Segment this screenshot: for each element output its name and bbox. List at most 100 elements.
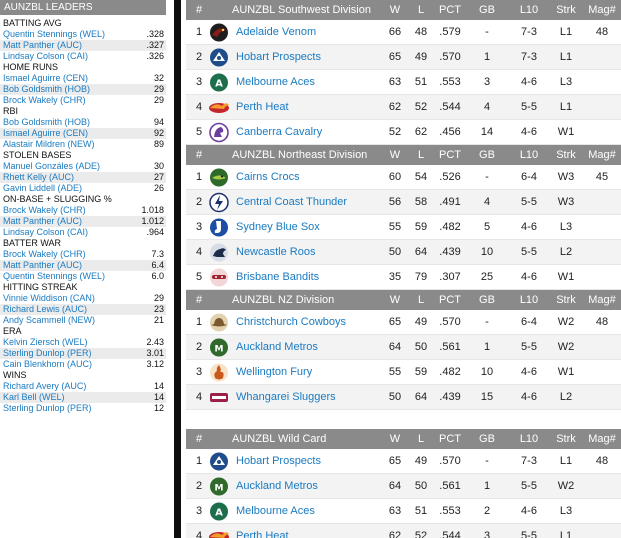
team-name-link[interactable]: Cairns Crocs — [236, 165, 300, 190]
column-header-pct[interactable]: PCT — [432, 0, 468, 20]
team-name-link[interactable]: Sydney Blue Sox — [236, 215, 320, 240]
column-header-l[interactable]: L — [410, 145, 432, 165]
leader-stat-value: 12 — [153, 403, 164, 413]
leader-player-link[interactable]: Sterling Dunlop (PER) — [3, 348, 92, 358]
column-header-w[interactable]: W — [380, 290, 410, 310]
column-header-gb[interactable]: GB — [470, 429, 504, 449]
column-header-mag[interactable]: Mag# — [584, 0, 620, 20]
team-name-link[interactable]: Perth Heat — [236, 524, 289, 538]
column-header-l10[interactable]: L10 — [512, 290, 546, 310]
team-rank: 2 — [195, 341, 203, 353]
leader-player-link[interactable]: Manuel Gonzáles (ADE) — [3, 161, 100, 171]
leader-player-link[interactable]: Brock Wakely (CHR) — [3, 95, 86, 105]
column-header-pct[interactable]: PCT — [432, 429, 468, 449]
column-header-l[interactable]: L — [410, 0, 432, 20]
team-name-link[interactable]: Auckland Metros — [236, 335, 318, 360]
team-name-link[interactable]: Newcastle Roos — [236, 240, 315, 265]
leader-player-link[interactable]: Kelvin Ziersch (WEL) — [3, 337, 88, 347]
team-rank: 2 — [195, 196, 203, 208]
team-stat-pct: .561 — [439, 480, 461, 492]
leader-row: Kelvin Ziersch (WEL) 2.43 — [0, 337, 166, 348]
column-header-l[interactable]: L — [410, 290, 432, 310]
column-header-strk[interactable]: Strk — [548, 429, 584, 449]
team-name-link[interactable]: Brisbane Bandits — [236, 265, 319, 290]
leader-player-link[interactable]: Brock Wakely (CHR) — [3, 249, 86, 259]
team-name-link[interactable]: Wellington Fury — [236, 360, 312, 385]
team-name-link[interactable]: Auckland Metros — [236, 474, 318, 499]
column-header-l10[interactable]: L10 — [512, 145, 546, 165]
thunder-logo-icon — [209, 192, 229, 213]
leader-category-title: RBI — [3, 106, 19, 116]
team-stat-l10: 4-6 — [521, 271, 537, 283]
team-name-link[interactable]: Whangarei Sluggers — [236, 385, 336, 410]
column-header-w[interactable]: W — [380, 429, 410, 449]
team-stat-strk: W2 — [557, 480, 575, 492]
column-header-w[interactable]: W — [380, 0, 410, 20]
leader-player-link[interactable]: Rhett Kelly (AUC) — [3, 172, 74, 182]
leader-player-link[interactable]: Sterling Dunlop (PER) — [3, 403, 92, 413]
column-header-mag[interactable]: Mag# — [584, 145, 620, 165]
column-header-gb[interactable]: GB — [470, 145, 504, 165]
leader-player-link[interactable]: Matt Panther (AUC) — [3, 216, 82, 226]
leader-player-link[interactable]: Quentin Stennings (WEL) — [3, 29, 105, 39]
team-row: 2 M Auckland Metros 64 50 .561 1 5-5 W2 — [186, 474, 621, 499]
crocs-logo-icon — [210, 168, 228, 187]
bandits-logo-icon — [210, 268, 228, 287]
team-name-link[interactable]: Melbourne Aces — [236, 499, 315, 524]
column-header-l10[interactable]: L10 — [512, 0, 546, 20]
leader-player-link[interactable]: Cain Blenkhorn (AUC) — [3, 359, 92, 369]
team-name-link[interactable]: Canberra Cavalry — [236, 120, 322, 145]
team-name-link[interactable]: Melbourne Aces — [236, 70, 315, 95]
team-name-link[interactable]: Hobart Prospects — [236, 45, 321, 70]
leader-player-link[interactable]: Karl Bell (WEL) — [3, 392, 65, 402]
leader-player-link[interactable]: Vinnie Widdison (CAN) — [3, 293, 95, 303]
team-stat-gb: 25 — [480, 271, 494, 283]
leader-player-link[interactable]: Lindsay Colson (CAI) — [3, 227, 88, 237]
leader-player-link[interactable]: Matt Panther (AUC) — [3, 40, 82, 50]
leader-player-link[interactable]: Matt Panther (AUC) — [3, 260, 82, 270]
leader-player-link[interactable]: Andy Scammell (NEW) — [3, 315, 95, 325]
leader-row: Lindsay Colson (CAI) .326 — [0, 51, 166, 62]
column-header-w[interactable]: W — [380, 145, 410, 165]
leader-player-link[interactable]: Quentin Stennings (WEL) — [3, 271, 105, 281]
leader-row: Quentin Stennings (WEL) .328 — [0, 29, 166, 40]
leader-player-link[interactable]: Brock Wakely (CHR) — [3, 205, 86, 215]
leader-category-title: ERA — [3, 326, 22, 336]
column-header-strk[interactable]: Strk — [548, 0, 584, 20]
team-name-link[interactable]: Christchurch Cowboys — [236, 310, 346, 335]
svg-text:A: A — [215, 79, 223, 90]
column-header-l[interactable]: L — [410, 429, 432, 449]
team-name-link[interactable]: Hobart Prospects — [236, 449, 321, 474]
leader-player-link[interactable]: Lindsay Colson (CAI) — [3, 51, 88, 61]
team-rank: 1 — [195, 316, 203, 328]
leader-player-link[interactable]: Bob Goldsmith (HOB) — [3, 84, 90, 94]
column-header-gb[interactable]: GB — [470, 290, 504, 310]
team-name-link[interactable]: Adelaide Venom — [236, 20, 316, 45]
leader-player-link[interactable]: Bob Goldsmith (HOB) — [3, 117, 90, 127]
leader-player-link[interactable]: Gavin Liddell (ADE) — [3, 183, 82, 193]
leader-player-link[interactable]: Richard Lewis (AUC) — [3, 304, 87, 314]
team-stat-pct: .544 — [439, 530, 461, 538]
team-stat-w: 63 — [388, 505, 402, 517]
team-row: 4 Whangarei Sluggers 50 64 .439 15 4-6 L2 — [186, 385, 621, 410]
leader-stat-value: 26 — [153, 183, 164, 193]
leader-player-link[interactable]: Ismael Aguirre (CEN) — [3, 128, 88, 138]
column-header-strk[interactable]: Strk — [548, 290, 584, 310]
team-name-link[interactable]: Central Coast Thunder — [236, 190, 347, 215]
team-stat-pct: .439 — [439, 246, 461, 258]
column-header-mag[interactable]: Mag# — [584, 429, 620, 449]
team-stat-w: 56 — [388, 196, 402, 208]
leader-player-link[interactable]: Ismael Aguirre (CEN) — [3, 73, 88, 83]
column-header-strk[interactable]: Strk — [548, 145, 584, 165]
column-header-mag[interactable]: Mag# — [584, 290, 620, 310]
column-header-gb[interactable]: GB — [470, 0, 504, 20]
leader-player-link[interactable]: Richard Avery (AUC) — [3, 381, 86, 391]
division-title: AUNZBL NZ Division — [232, 294, 335, 306]
team-name-link[interactable]: Perth Heat — [236, 95, 289, 120]
team-rank: 2 — [195, 51, 203, 63]
team-stat-strk: L1 — [559, 530, 573, 538]
column-header-l10[interactable]: L10 — [512, 429, 546, 449]
leader-player-link[interactable]: Alastair Mildren (NEW) — [3, 139, 95, 149]
column-header-pct[interactable]: PCT — [432, 145, 468, 165]
column-header-pct[interactable]: PCT — [432, 290, 468, 310]
